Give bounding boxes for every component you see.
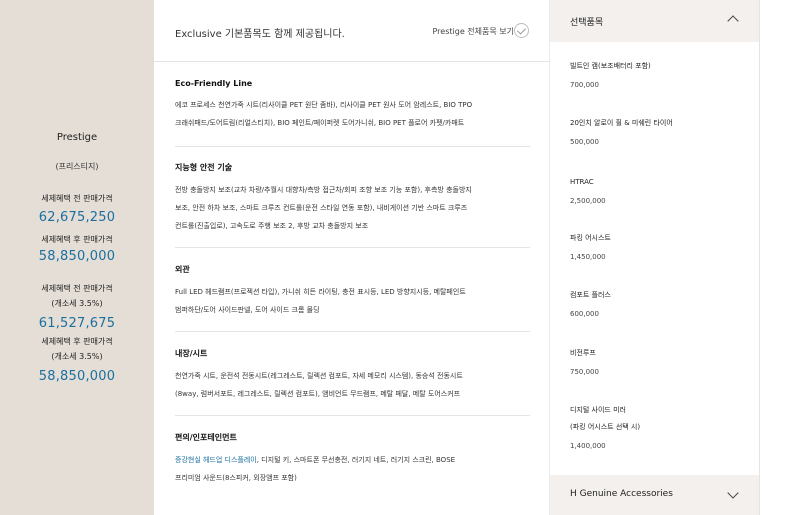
section-line: 에코 프로세스 천연가죽 시트(리사이클 PET 원단 좀바), 리사이클 PE… xyxy=(175,101,473,109)
options-title: 선택품목 xyxy=(570,18,604,28)
basic-items-panel: Exclusive 기본품목도 함께 제공됩니다. Prestige 전체품목 … xyxy=(154,0,550,515)
option-name: HTRAC xyxy=(570,178,594,186)
option-price: 750,000 xyxy=(570,368,599,376)
section-text: 에코 프로세스 천연가죽 시트(리사이클 PET 원단 좀바), 리사이클 PE… xyxy=(175,96,530,132)
section-line: 보조, 안전 하차 보조, 스마트 크루즈 컨트롤(운전 스타일 연동 포함),… xyxy=(175,204,468,212)
option-item[interactable]: 컴포트 플러스 600,000 xyxy=(570,290,750,318)
basic-items-header: Exclusive 기본품목도 함께 제공됩니다. Prestige 전체품목 … xyxy=(154,0,550,62)
option-price: 2,500,000 xyxy=(570,197,606,205)
accessories-title: H Genuine Accessories xyxy=(570,489,673,499)
basic-items-title: Exclusive 기본품목도 함께 제공됩니다. xyxy=(175,29,345,40)
section-text: 전방 충돌방지 보조(교차 차량/추월시 대향차/측방 접근차/회피 조향 보조… xyxy=(175,181,530,235)
section-line: 증강현실 헤드업 디스플레이, 디지털 키, 스마트폰 무선충전, 러기지 네트… xyxy=(175,451,530,469)
section-line: 컨트롤(진출입로), 고속도로 주행 보조 2, 후방 교차 충돌방지 보조 xyxy=(175,222,369,230)
option-price: 500,000 xyxy=(570,138,599,146)
section-title: 지능형 안전 기술 xyxy=(175,163,233,172)
section-text: Full LED 헤드램프(프로젝션 타입), 가니쉬 히든 라이팅, 충전 표… xyxy=(175,283,530,319)
price-before-label-2: 세제혜택 전 판매가격 xyxy=(41,284,113,293)
price-after-value: 58,850,000 xyxy=(38,249,116,264)
option-name: 빌트인 캠(보조배터리 포함) xyxy=(570,62,651,70)
price-before-label: 세제혜택 전 판매가격 xyxy=(41,194,113,203)
section-line: Full LED 헤드램프(프로젝션 타입), 가니쉬 히든 라이팅, 충전 표… xyxy=(175,288,466,296)
section-interior: 내장/시트 천연가죽 시트, 운전석 전동시트(레그레스트, 릴렉션 컴포트, … xyxy=(175,348,530,403)
price-after-value-2: 58,850,000 xyxy=(38,369,116,384)
section-eco: Eco-Friendly Line 에코 프로세스 천연가죽 시트(리사이클 P… xyxy=(175,79,530,132)
option-name: 파킹 어시스트 xyxy=(570,234,611,242)
option-price: 1,450,000 xyxy=(570,253,606,261)
trim-summary-panel: Prestige (프리스티지) 세제혜택 전 판매가격 62,675,250 … xyxy=(0,0,154,515)
section-title: 편의/인포테인먼트 xyxy=(175,433,237,442)
price-before-value: 62,675,250 xyxy=(38,210,116,225)
chevron-up-icon[interactable] xyxy=(727,15,739,27)
divider xyxy=(175,146,530,147)
hud-highlight-link[interactable]: 증강현실 헤드업 디스플레이 xyxy=(175,456,257,464)
price-after-label-2: 세제혜택 후 판매가격 xyxy=(41,337,113,346)
option-item[interactable]: 디지털 사이드 미러 (파킹 어시스트 선택 시) 1,400,000 xyxy=(570,405,750,450)
options-panel: 선택품목 빌트인 캠(보조배터리 포함) 700,000 20인치 알로이 휠 … xyxy=(550,0,760,515)
option-price: 1,400,000 xyxy=(570,442,606,450)
option-name: 디지털 사이드 미러 xyxy=(570,406,626,414)
divider xyxy=(175,415,530,416)
option-item[interactable]: 파킹 어시스트 1,450,000 xyxy=(570,233,750,261)
section-safety: 지능형 안전 기술 전방 충돌방지 보조(교차 차량/추월시 대향차/측방 접근… xyxy=(175,162,530,235)
option-price: 700,000 xyxy=(570,81,599,89)
chevron-down-icon[interactable] xyxy=(727,487,739,499)
section-line: (8way, 럼버서포트, 레그레스트, 릴렉션 컴포트), 앰비언트 무드램프… xyxy=(175,390,461,398)
section-text: 증강현실 헤드업 디스플레이, 디지털 키, 스마트폰 무선충전, 러기지 네트… xyxy=(175,451,530,487)
section-text: 천연가죽 시트, 운전석 전동시트(레그레스트, 릴렉션 컴포트, 자세 메모리… xyxy=(175,367,530,403)
check-circle-icon[interactable] xyxy=(514,23,529,38)
option-item[interactable]: 비전루프 750,000 xyxy=(570,348,750,376)
tax-note-1: (개소세 3.5%) xyxy=(51,299,103,308)
option-price: 600,000 xyxy=(570,310,599,318)
section-line: 범퍼하단/도어 사이드판넬, 도어 사이드 크롬 몰딩 xyxy=(175,306,320,314)
tax-note-2: (개소세 3.5%) xyxy=(51,352,103,361)
section-line: 천연가죽 시트, 운전석 전동시트(레그레스트, 릴렉션 컴포트, 자세 메모리… xyxy=(175,372,463,380)
divider xyxy=(175,247,530,248)
trim-name: Prestige xyxy=(56,132,98,143)
view-all-items-link[interactable]: Prestige 전체품목 보기 xyxy=(433,26,515,37)
section-exterior: 외관 Full LED 헤드램프(프로젝션 타입), 가니쉬 히든 라이팅, 충… xyxy=(175,264,530,319)
trim-subtitle: (프리스티지) xyxy=(55,162,99,171)
section-line: 크래쉬패드/도어트림(리얼스티치), BIO 페인트/페이퍼렛 도어가니쉬, B… xyxy=(175,119,465,127)
section-convenience: 편의/인포테인먼트 증강현실 헤드업 디스플레이, 디지털 키, 스마트폰 무선… xyxy=(175,432,530,487)
divider xyxy=(175,331,530,332)
option-name: 컴포트 플러스 xyxy=(570,291,611,299)
section-title: 내장/시트 xyxy=(175,349,208,358)
section-line: 전방 충돌방지 보조(교차 차량/추월시 대향차/측방 접근차/회피 조향 보조… xyxy=(175,186,472,194)
option-item[interactable]: HTRAC 2,500,000 xyxy=(570,177,750,205)
price-after-label: 세제혜택 후 판매가격 xyxy=(41,235,113,244)
option-name: 비전루프 xyxy=(570,349,596,357)
option-note: (파킹 어시스트 선택 시) xyxy=(570,423,641,431)
price-before-value-2: 61,527,675 xyxy=(38,316,116,331)
section-line: 프리미엄 사운드(8스피커, 외장앰프 포함) xyxy=(175,474,297,482)
section-title: 외관 xyxy=(175,265,190,274)
options-header[interactable]: 선택품목 xyxy=(550,0,759,42)
section-line-rest: , 디지털 키, 스마트폰 무선충전, 러기지 네트, 러기지 스크린, BOS… xyxy=(256,456,456,464)
option-item[interactable]: 빌트인 캠(보조배터리 포함) 700,000 xyxy=(570,61,750,89)
section-title: Eco-Friendly Line xyxy=(175,79,253,88)
accessories-header[interactable]: H Genuine Accessories xyxy=(550,475,759,515)
option-item[interactable]: 20인치 알로이 휠 & 미쉐린 타이어 500,000 xyxy=(570,118,750,146)
option-name: 20인치 알로이 휠 & 미쉐린 타이어 xyxy=(570,119,673,127)
